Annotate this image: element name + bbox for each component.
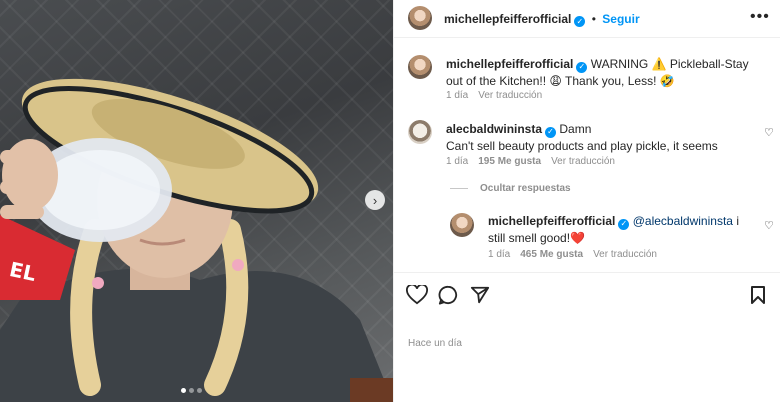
action-bar: [394, 272, 780, 332]
hide-replies-link[interactable]: Ocultar respuestas: [480, 183, 571, 194]
follow-button[interactable]: Seguir: [602, 12, 639, 26]
comment-username[interactable]: alecbaldwininsta: [446, 122, 542, 136]
reply: michellepfeifferofficial ✓ @alecbaldwinin…: [488, 213, 758, 246]
reply-meta: 1 día 465 Me gusta Ver traducción: [488, 249, 657, 260]
caption-avatar[interactable]: [408, 55, 432, 79]
verified-badge-icon: ✓: [618, 218, 630, 230]
author-username[interactable]: michellepfeifferofficial: [444, 12, 571, 26]
like-reply-heart-icon[interactable]: ♡: [764, 219, 774, 232]
reply-username[interactable]: michellepfeifferofficial: [488, 214, 615, 228]
caption-time: 1 día: [446, 90, 469, 101]
verified-badge-icon: ✓: [545, 126, 557, 138]
carousel-dot: [189, 388, 194, 393]
separator-dot: •: [591, 12, 596, 26]
comment-bubble-icon[interactable]: [438, 285, 458, 305]
chevron-right-icon: ›: [372, 192, 378, 208]
reply-avatar[interactable]: [450, 213, 474, 237]
comment-time: 1 día: [446, 156, 469, 167]
carousel-dot: [181, 388, 186, 393]
verified-badge-icon: ✓: [574, 16, 586, 27]
post-date: Hace un día: [408, 338, 462, 349]
comment-likes[interactable]: 195 Me gusta: [478, 156, 541, 167]
next-media-button[interactable]: ›: [365, 190, 385, 210]
commenter-avatar[interactable]: [408, 120, 432, 144]
post-header: michellepfeifferofficial ✓ • Seguir •••: [394, 0, 780, 38]
verified-badge-icon: ✓: [576, 61, 588, 73]
like-comment-heart-icon[interactable]: ♡: [764, 126, 774, 139]
reply-translate-link[interactable]: Ver traducción: [593, 249, 657, 260]
carousel-dots: [181, 388, 202, 393]
comment-translate-link[interactable]: Ver traducción: [551, 156, 615, 167]
selfie-photo: EL: [0, 78, 393, 402]
caption-username[interactable]: michellepfeifferofficial: [446, 57, 573, 71]
post-media[interactable]: EL ›: [0, 0, 393, 402]
share-paper-plane-icon[interactable]: [470, 285, 490, 305]
author-avatar[interactable]: [408, 6, 432, 30]
comment: alecbaldwininsta ✓ Damn Can't sell beauty…: [446, 121, 756, 154]
reply-time: 1 día: [488, 249, 511, 260]
carousel-dot: [197, 388, 202, 393]
like-heart-icon[interactable]: [406, 285, 428, 305]
reply-likes[interactable]: 465 Me gusta: [520, 249, 583, 260]
replies-divider: [450, 188, 468, 189]
caption-translate-link[interactable]: Ver traducción: [478, 90, 542, 101]
post-side-panel: michellepfeifferofficial ✓ • Seguir ••• m…: [393, 0, 780, 402]
caption-meta: 1 día Ver traducción: [446, 90, 542, 101]
save-bookmark-icon[interactable]: [750, 285, 766, 305]
instagram-post: EL › michellepfeifferofficial✓ • Seguir: [0, 0, 780, 402]
more-options-icon[interactable]: •••: [750, 8, 770, 26]
comment-second-line: Can't sell beauty products and play pick…: [446, 138, 718, 153]
caption-text: michellepfeifferofficial ✓ WARNING ⚠️ Pic…: [446, 56, 764, 89]
reply-mention-link[interactable]: @alecbaldwininsta: [633, 214, 733, 228]
comment-meta: 1 día 195 Me gusta Ver traducción: [446, 156, 615, 167]
comment-first-line: Damn: [559, 122, 592, 136]
